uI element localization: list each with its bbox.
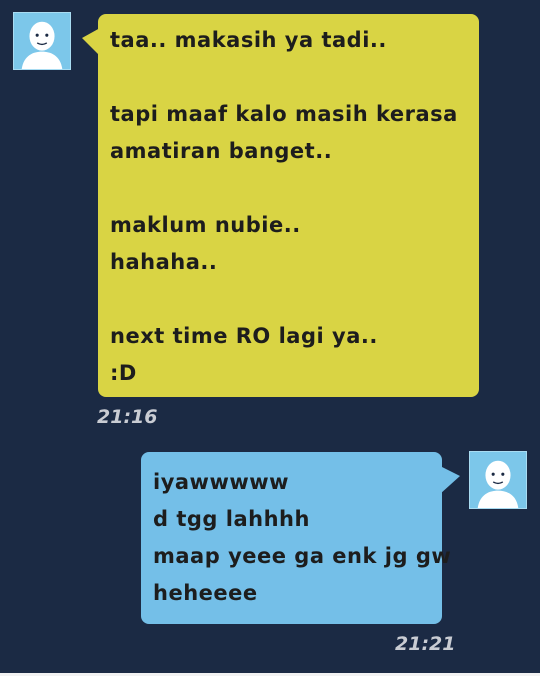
message-line: heheeee xyxy=(153,581,258,605)
message-line: hahaha.. xyxy=(110,250,218,274)
own-avatar-icon[interactable] xyxy=(469,451,527,509)
message-line xyxy=(110,59,467,96)
message-line: maap yeee ga enk jg gw xyxy=(153,544,452,568)
message-line xyxy=(110,170,467,207)
sender-avatar-icon[interactable] xyxy=(13,12,71,70)
outgoing-message-timestamp: 21:21 xyxy=(395,633,456,655)
message-line: taa.. makasih ya tadi.. xyxy=(110,28,387,52)
message-line: tapi maaf kalo masih kerasa xyxy=(110,102,458,126)
message-line: maklum nubie.. xyxy=(110,213,301,237)
message-line: :D xyxy=(110,361,137,385)
incoming-message-timestamp: 21:16 xyxy=(97,406,158,428)
message-line: d tgg lahhhh xyxy=(153,507,310,531)
incoming-message-bubble[interactable]: taa.. makasih ya tadi.. tapi maaf kalo m… xyxy=(82,14,479,397)
outgoing-message-bubble[interactable]: iyawwwww d tgg lahhhh maap yeee ga enk j… xyxy=(141,452,460,624)
message-line: next time RO lagi ya.. xyxy=(110,324,378,348)
message-line: iyawwwww xyxy=(153,470,290,494)
message-line: amatiran banget.. xyxy=(110,139,333,163)
message-line xyxy=(110,281,467,318)
